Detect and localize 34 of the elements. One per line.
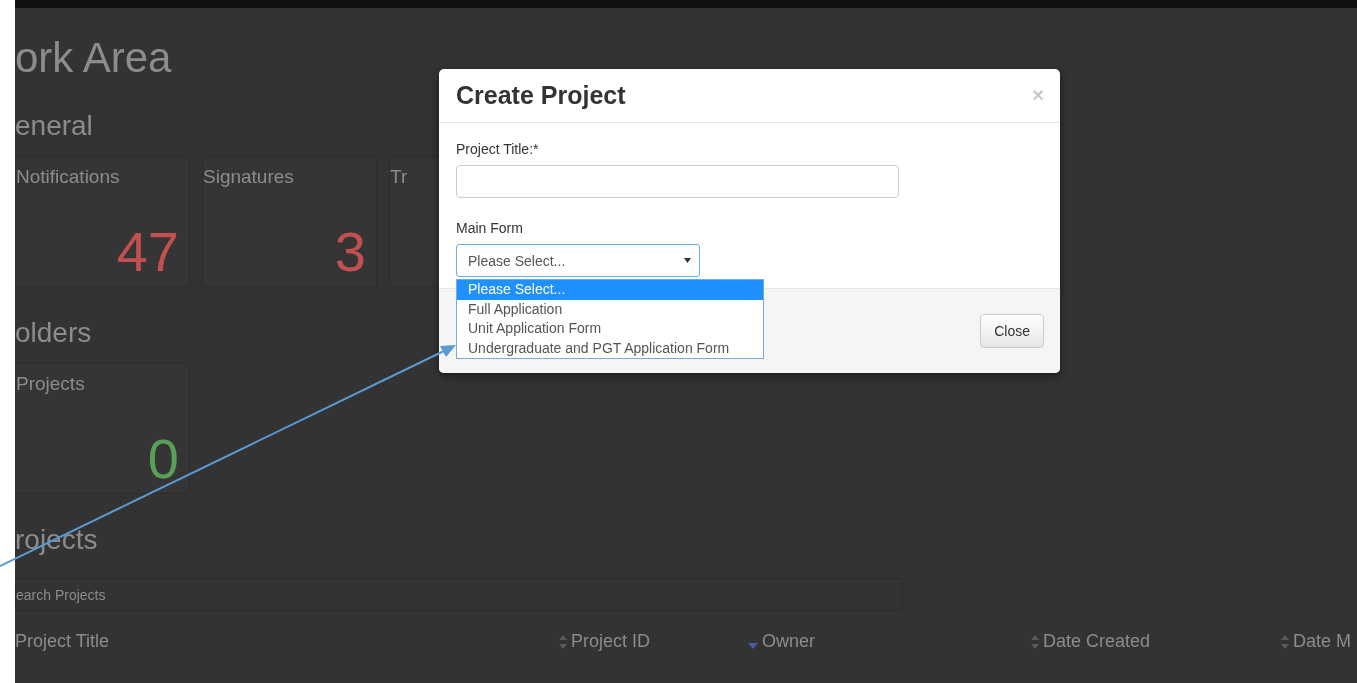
field-label: Main Form [456, 220, 523, 236]
column-header[interactable]: Owner [762, 631, 815, 652]
dropdown-option[interactable]: Undergraduate and PGT Application Form [457, 338, 763, 358]
sort-icon[interactable] [559, 634, 567, 649]
stat-card[interactable]: Notifications 47 [15, 156, 190, 287]
search-field[interactable]: earch Projects [15, 578, 903, 611]
sort-icon[interactable] [1281, 634, 1289, 649]
dropdown-select[interactable]: Please Select... [456, 244, 700, 277]
section-heading: olders [15, 317, 92, 349]
card-label: Signatures [203, 166, 295, 188]
stat-card[interactable]: Projects 0 [15, 363, 190, 494]
card-label: Notifications [16, 166, 121, 188]
stat-card[interactable]: Signatures 3 [202, 156, 377, 287]
input-field[interactable] [456, 165, 899, 198]
card-label: Tr [390, 166, 409, 188]
column-header[interactable]: Date M [1293, 631, 1352, 652]
card-count: 47 [116, 220, 179, 284]
sort-icon[interactable] [1031, 634, 1039, 649]
dropdown-option[interactable]: Full Application [457, 299, 763, 319]
card-count: 3 [334, 220, 366, 284]
caret-icon [684, 258, 691, 263]
column-header[interactable]: Project Title [15, 631, 110, 652]
dropdown-option[interactable]: Please Select... [457, 280, 763, 300]
card-count: 0 [147, 427, 179, 491]
section-heading: eneral [15, 110, 93, 142]
column-header[interactable]: Date Created [1043, 631, 1151, 652]
field-label: Project Title:* [456, 141, 539, 157]
page-title: ork Area [15, 36, 172, 80]
card-label: Projects [16, 373, 86, 395]
dropdown-option[interactable]: Unit Application Form [457, 319, 763, 339]
column-header[interactable]: Project ID [571, 631, 651, 652]
close-button[interactable]: Close [980, 314, 1044, 348]
modal-title: Create Project [456, 81, 626, 110]
sort-descending-icon[interactable] [748, 642, 758, 649]
